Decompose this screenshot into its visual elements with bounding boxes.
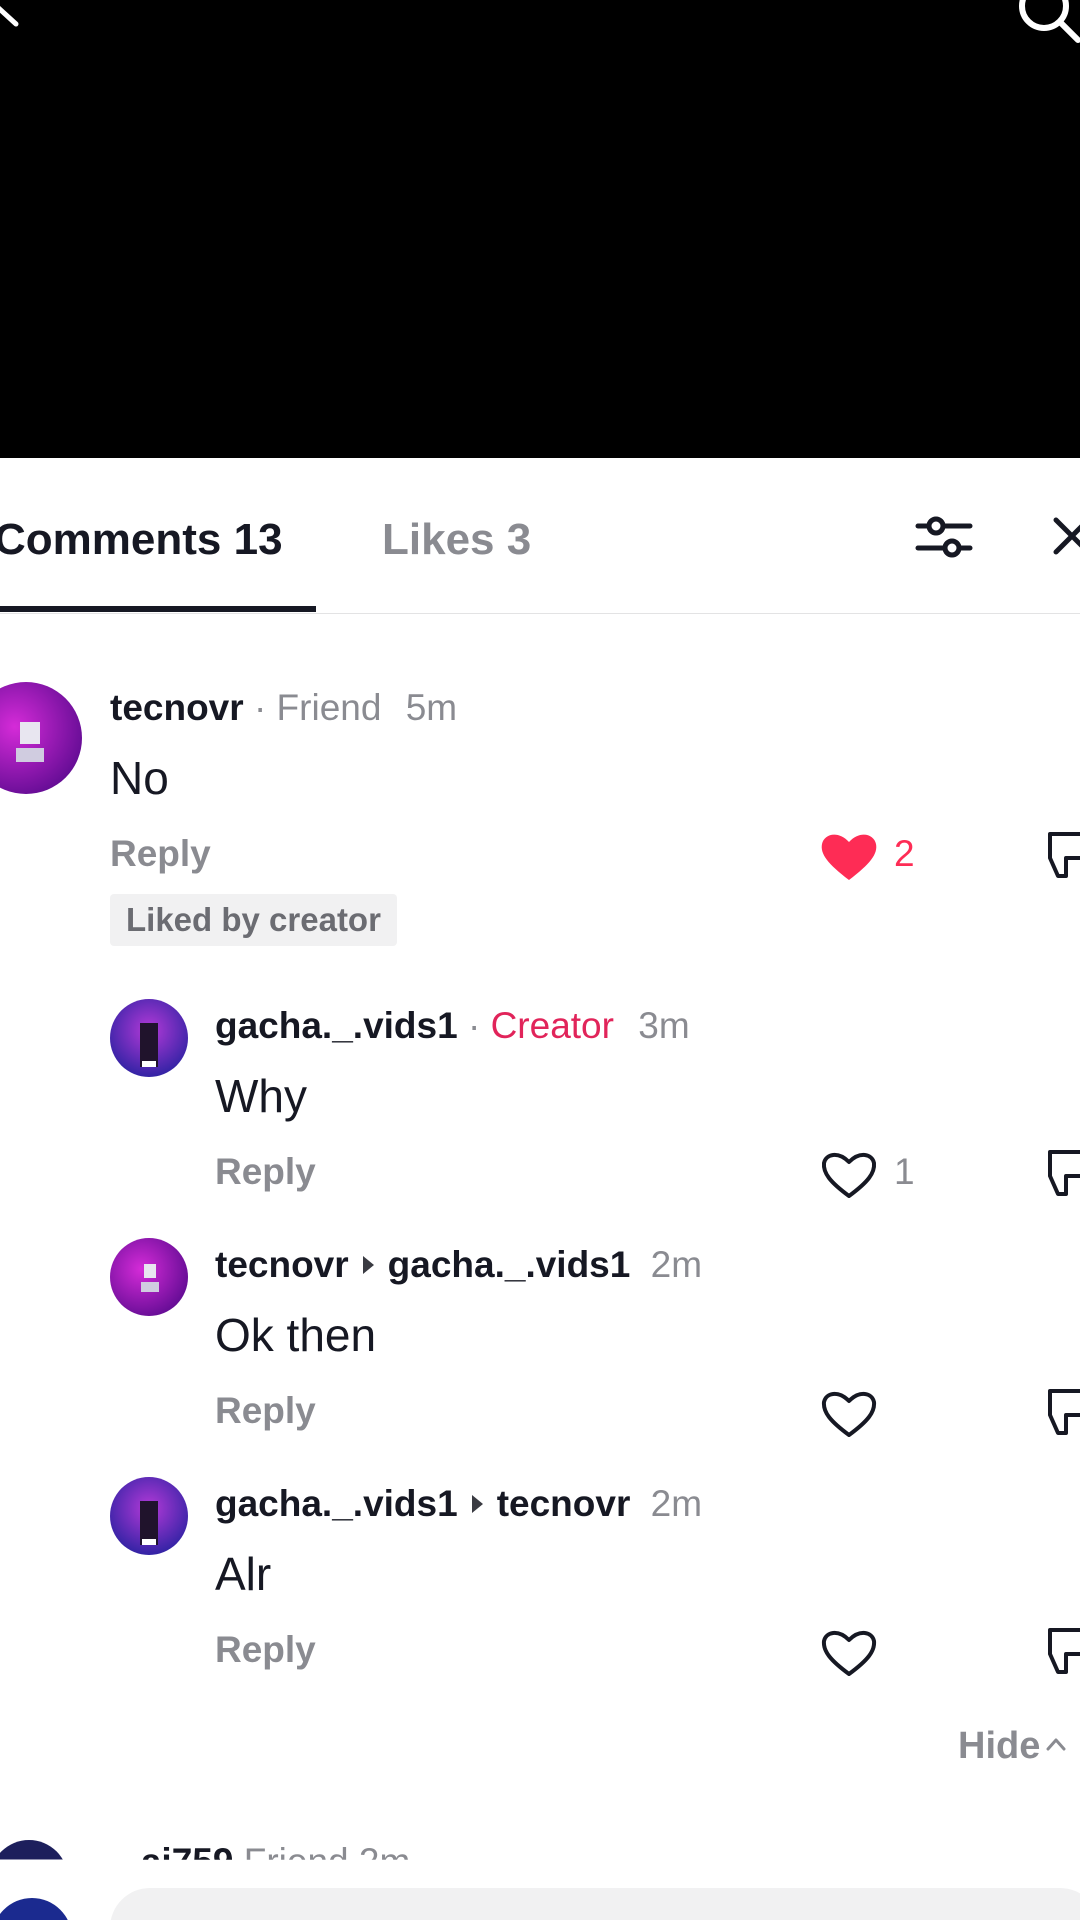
next-comment-time: 2m bbox=[358, 1841, 411, 1882]
tab-comments[interactable]: Comments 13 bbox=[0, 512, 283, 568]
hide-replies-button[interactable]: Hide bbox=[958, 1723, 1066, 1769]
creator-badge: Creator bbox=[490, 1005, 614, 1046]
reply-time: 3m bbox=[638, 1005, 690, 1046]
heart-icon[interactable] bbox=[818, 828, 880, 884]
friend-badge: Friend bbox=[276, 687, 382, 728]
reply-text: Alr bbox=[215, 1548, 272, 1600]
friend-badge: Friend bbox=[243, 1841, 349, 1882]
heart-icon[interactable] bbox=[818, 1624, 880, 1680]
avatar[interactable] bbox=[110, 1477, 188, 1555]
dislike-icon[interactable] bbox=[1046, 1385, 1080, 1441]
dislike-icon[interactable] bbox=[1046, 828, 1080, 884]
reply-text: Why bbox=[215, 1070, 307, 1122]
reply-time: 2m bbox=[650, 1244, 703, 1285]
reply-to-username[interactable]: tecnovr bbox=[497, 1483, 631, 1524]
heart-icon[interactable] bbox=[818, 1385, 880, 1441]
avatar[interactable] bbox=[0, 682, 82, 794]
like-count: 2 bbox=[894, 833, 915, 874]
filter-icon[interactable] bbox=[914, 512, 974, 562]
reply-button[interactable]: Reply bbox=[215, 1628, 316, 1672]
comments-sheet: Comments 13 Likes 3 tecnovr · Friend 5m … bbox=[0, 458, 1080, 1920]
like-count: 1 bbox=[894, 1151, 915, 1192]
reply-header: gacha._.vids1 · Creator 3m bbox=[215, 1004, 690, 1048]
next-comment-username: ...ai759 bbox=[110, 1841, 234, 1882]
separator-dot: · bbox=[253, 687, 267, 728]
reply-header: gacha._.vids1 tecnovr 2m bbox=[215, 1482, 702, 1526]
reply-time: 2m bbox=[650, 1483, 703, 1524]
reply-username[interactable]: tecnovr bbox=[215, 1244, 349, 1285]
search-icon[interactable] bbox=[1012, 0, 1080, 44]
back-icon[interactable] bbox=[0, 0, 26, 40]
comment-input[interactable] bbox=[110, 1888, 1080, 1920]
separator-dot: · bbox=[467, 1005, 481, 1046]
active-tab-indicator bbox=[0, 606, 316, 612]
chevron-up-icon bbox=[1046, 1738, 1066, 1751]
video-area bbox=[0, 0, 1080, 458]
comment-username[interactable]: tecnovr bbox=[110, 687, 244, 728]
dislike-icon[interactable] bbox=[1046, 1624, 1080, 1680]
tab-bar: Comments 13 Likes 3 bbox=[0, 458, 1080, 614]
next-comment-header: ...ai759 Friend 2m bbox=[110, 1840, 411, 1882]
tab-likes[interactable]: Likes 3 bbox=[382, 512, 531, 568]
comment-text: No bbox=[110, 752, 169, 804]
avatar[interactable] bbox=[110, 999, 188, 1077]
reply-username[interactable]: gacha._.vids1 bbox=[215, 1005, 458, 1046]
hide-label: Hide bbox=[958, 1725, 1041, 1767]
reply-to-username[interactable]: gacha._.vids1 bbox=[388, 1244, 631, 1285]
reply-text: Ok then bbox=[215, 1309, 377, 1361]
comment-header: tecnovr · Friend 5m bbox=[110, 686, 457, 730]
avatar[interactable] bbox=[110, 1238, 188, 1316]
dislike-icon[interactable] bbox=[1046, 1146, 1080, 1202]
reply-button[interactable]: Reply bbox=[215, 1389, 316, 1433]
reply-arrow-icon bbox=[362, 1256, 374, 1274]
reply-username[interactable]: gacha._.vids1 bbox=[215, 1483, 458, 1524]
heart-icon[interactable] bbox=[818, 1146, 880, 1202]
close-icon[interactable] bbox=[1052, 514, 1080, 558]
reply-arrow-icon bbox=[471, 1495, 483, 1513]
reply-header: tecnovr gacha._.vids1 2m bbox=[215, 1243, 702, 1287]
liked-by-creator-badge: Liked by creator bbox=[110, 894, 397, 946]
reply-button[interactable]: Reply bbox=[110, 832, 211, 876]
reply-button[interactable]: Reply bbox=[215, 1150, 316, 1194]
comment-time: 5m bbox=[405, 687, 458, 728]
